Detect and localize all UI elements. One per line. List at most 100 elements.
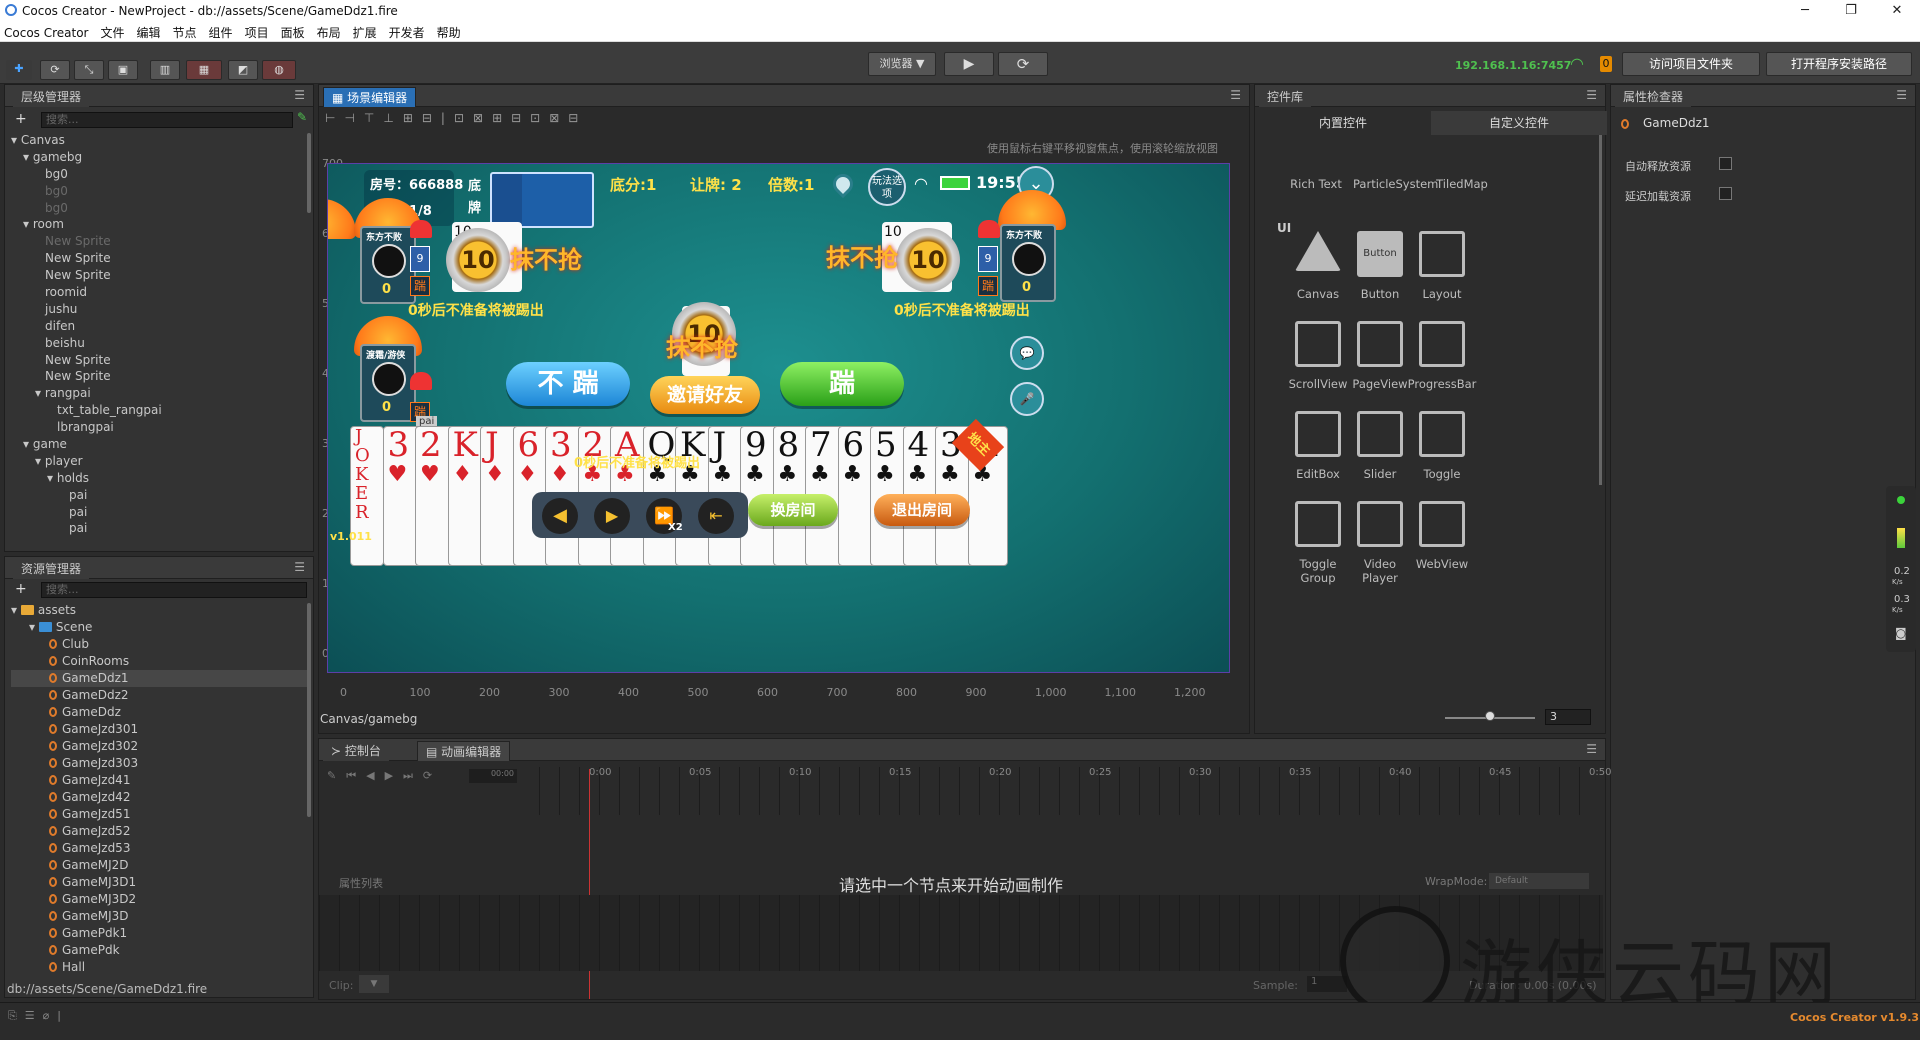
hand-card[interactable]: JOKER [350,426,384,566]
rules-button[interactable]: 玩法选项 [868,168,906,206]
expand-arrow-icon[interactable]: ▾ [23,150,33,164]
assets-scrollbar[interactable] [307,603,311,817]
hierarchy-node[interactable]: ▾ game [11,436,307,453]
play-button[interactable]: ▶ [944,52,994,76]
open-install-path-button[interactable]: 打开程序安装路径 [1766,52,1912,76]
asset-file[interactable]: Club [11,636,307,653]
assets-search-input[interactable]: 搜索... [41,582,307,598]
hierarchy-node[interactable]: ▾ player [11,453,307,470]
tab-inspector[interactable]: 属性检查器 [1615,87,1692,107]
tiledmap-item[interactable]: TiledMap [1427,177,1497,191]
hierarchy-node[interactable]: bg0 [11,183,307,200]
menu-extension[interactable]: 扩展 [349,22,385,41]
rich-text-item[interactable]: Rich Text [1281,177,1351,191]
hierarchy-node[interactable]: New Sprite [11,267,307,284]
assets-root[interactable]: ▾ assets [11,602,307,619]
minimize-button[interactable]: ─ [1782,0,1828,22]
asset-file[interactable]: GameJzd53 [11,840,307,857]
rect-tool-icon[interactable]: ▣ [108,60,138,80]
asset-file[interactable]: GameJzd42 [11,789,307,806]
hierarchy-scrollbar[interactable] [307,133,311,213]
widget-webview[interactable]: WebView [1407,501,1477,571]
menu-node[interactable]: 节点 [169,22,205,41]
change-room-button[interactable]: 换房间 [748,494,838,526]
asset-file[interactable]: GameDdz1 [11,670,307,687]
hierarchy-search-input[interactable]: 搜索... [41,112,293,128]
hierarchy-node[interactable]: jushu [11,301,307,318]
asset-file[interactable]: GameJzd51 [11,806,307,823]
asset-file[interactable]: GamePdk1 [11,925,307,942]
menu-app[interactable]: Cocos Creator [0,24,97,40]
asset-file[interactable]: GameMJ2D [11,857,307,874]
asset-file[interactable]: GameJzd52 [11,823,307,840]
asset-file[interactable]: GameMJ3D1 [11,874,307,891]
lazy-load-checkbox[interactable] [1719,187,1732,200]
tab-console[interactable]: ≻ 控制台 [323,741,389,761]
menu-edit[interactable]: 编辑 [133,22,169,41]
chat-icon[interactable]: 💬 [1010,336,1044,370]
hierarchy-node[interactable]: txt_table_rangpai [11,402,307,419]
widget-editbox[interactable]: EditBox [1283,411,1353,481]
pivot-icon[interactable]: ▥ [150,60,180,80]
asset-file[interactable]: GameJzd301 [11,721,307,738]
tab-library[interactable]: 控件库 [1259,87,1312,107]
widget-slider[interactable]: Slider [1345,411,1415,481]
sample-input[interactable]: 1 [1307,976,1347,992]
menu-help[interactable]: 帮助 [433,22,469,41]
game-canvas[interactable]: 房号：666888 局数：1/8 底牌 底分:1 让牌: 2 倍数:1 玩法选项… [327,163,1230,673]
widget-progressbar[interactable]: ProgressBar [1407,321,1477,391]
asset-file[interactable]: GameJzd302 [11,738,307,755]
asset-file[interactable]: Hall [11,959,307,976]
particle-system-item[interactable]: ParticleSystem [1353,177,1438,191]
expand-arrow-icon[interactable]: ▾ [23,217,33,231]
no-kick-button[interactable]: 不 踹 [506,362,630,406]
hierarchy-node[interactable]: pai [11,520,307,537]
asset-file[interactable]: CoinRooms [11,653,307,670]
hierarchy-node[interactable]: New Sprite [11,233,307,250]
widget-toggle-group[interactable]: Toggle Group [1283,501,1353,585]
widget-layout[interactable]: Layout [1407,231,1477,301]
camera-icon[interactable]: ◙ [1895,626,1907,640]
zoom-slider-thumb[interactable] [1485,711,1495,721]
asset-file[interactable]: GameDdz2 [11,687,307,704]
hierarchy-node[interactable]: ▾ rangpai [11,385,307,402]
asset-file[interactable]: GamePdk [11,942,307,959]
library-scrollbar[interactable] [1599,135,1602,485]
tab-hierarchy[interactable]: 层级管理器 [13,87,90,107]
kick-button[interactable]: 踹 [780,362,904,406]
asset-file[interactable]: GameMJ3D [11,908,307,925]
anim-time-field[interactable]: 00:00 [469,769,517,783]
hierarchy-node[interactable]: ▾ Canvas [11,132,307,149]
widget-canvas[interactable]: Canvas [1283,231,1353,301]
hierarchy-node[interactable]: pai [11,487,307,504]
expand-arrow-icon[interactable]: ▾ [35,386,45,400]
hierarchy-node[interactable]: bg0 [11,166,307,183]
hierarchy-node[interactable]: New Sprite [11,352,307,369]
menu-icon[interactable]: ☰ [294,88,305,102]
move-tool-icon[interactable]: ✚ [6,60,32,80]
snap-toggle-icon[interactable]: ◍ [262,60,296,80]
preview-platform-select[interactable]: 浏览器 ▼ [868,52,936,76]
clip-select[interactable]: ▼ [359,975,389,993]
zoom-value-input[interactable]: 3 [1545,709,1591,725]
widget-video-player[interactable]: Video Player [1345,501,1415,585]
hierarchy-node[interactable]: roomid [11,284,307,301]
add-asset-icon[interactable]: + [15,581,27,597]
add-node-icon[interactable]: + [15,111,27,127]
close-button[interactable]: ✕ [1874,0,1920,22]
hierarchy-node[interactable]: difen [11,318,307,335]
subtab-custom[interactable]: 自定义控件 [1431,111,1607,135]
menu-developer[interactable]: 开发者 [385,22,433,41]
hierarchy-node[interactable]: ▾ room [11,216,307,233]
hierarchy-node[interactable]: pai [11,504,307,521]
menu-project[interactable]: 项目 [241,22,277,41]
asset-file[interactable]: GameDdz [11,704,307,721]
prev-icon[interactable]: ◀ [542,498,578,534]
notification-badge[interactable]: 0 [1600,56,1612,72]
menu-icon[interactable]: ☰ [1896,88,1907,102]
link-icon[interactable]: ✎ [297,110,307,124]
expand-arrow-icon[interactable]: ▾ [35,454,45,468]
asset-file[interactable]: GameJzd303 [11,755,307,772]
menu-panel[interactable]: 面板 [277,22,313,41]
hierarchy-node[interactable]: New Sprite [11,368,307,385]
